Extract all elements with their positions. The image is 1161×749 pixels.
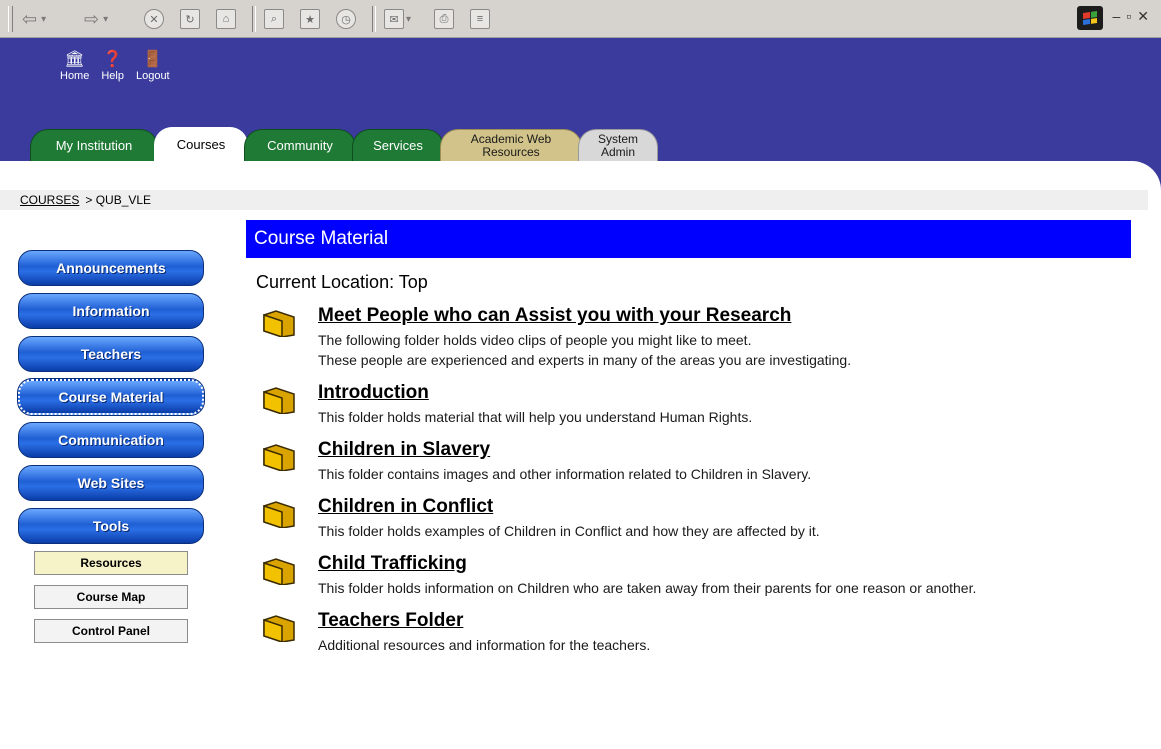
folder-description: This folder holds information on Childre… <box>318 580 977 596</box>
menu-announcements[interactable]: Announcements <box>18 250 204 286</box>
folder-list: Meet People who can Assist you with your… <box>246 305 1131 655</box>
edit-icon[interactable]: ≡ <box>470 6 490 32</box>
breadcrumb: COURSES > QUB_VLE <box>0 190 1148 210</box>
tab-my-institution[interactable]: My Institution <box>30 129 158 161</box>
resources-button[interactable]: Resources <box>34 551 188 575</box>
folder-icon[interactable] <box>262 614 296 642</box>
breadcrumb-separator: > <box>85 193 96 207</box>
toolbar-grip[interactable] <box>8 6 13 32</box>
tab-bar: My Institution Courses Community Service… <box>30 127 658 161</box>
folder-link[interactable]: Children in Slavery <box>318 439 490 461</box>
toolbar-separator <box>372 6 376 32</box>
list-item: Teachers Folder Additional resources and… <box>246 610 1131 655</box>
folder-icon[interactable] <box>262 443 296 471</box>
page-title: Course Material <box>246 220 1131 258</box>
home-label: Home <box>60 70 90 82</box>
tab-courses[interactable]: Courses <box>154 127 248 161</box>
tab-system-admin[interactable]: System Admin <box>578 129 658 161</box>
history-icon[interactable]: ◷ <box>336 6 356 32</box>
refresh-icon[interactable]: ↻ <box>180 6 200 32</box>
menu-teachers[interactable]: Teachers <box>18 336 204 372</box>
list-item: Meet People who can Assist you with your… <box>246 305 1131 370</box>
window-controls[interactable]: –▫✕ <box>1113 8 1155 25</box>
folder-link[interactable]: Teachers Folder <box>318 610 463 632</box>
breadcrumb-link-courses[interactable]: COURSES <box>20 193 79 207</box>
toolbar-separator <box>252 6 256 32</box>
folder-link[interactable]: Meet People who can Assist you with your… <box>318 305 791 327</box>
folder-link[interactable]: Child Trafficking <box>318 553 467 575</box>
control-panel-button[interactable]: Control Panel <box>34 619 188 643</box>
forward-icon[interactable]: ⇨ ▾ <box>84 6 108 32</box>
favorites-icon[interactable]: ★ <box>300 6 320 32</box>
print-icon[interactable]: ⎙ <box>434 6 454 32</box>
back-icon[interactable]: ⇦ ▾ <box>22 6 46 32</box>
tab-academic-web-resources[interactable]: Academic Web Resources <box>440 129 582 161</box>
home-icon[interactable]: ⌂ <box>216 6 236 32</box>
course-menu: Announcements Information Teachers Cours… <box>17 250 206 653</box>
tab-services[interactable]: Services <box>352 129 444 161</box>
folder-description: The following folder holds video clips o… <box>318 332 752 348</box>
folder-icon[interactable] <box>262 386 296 414</box>
folder-description: This folder holds examples of Children i… <box>318 523 820 539</box>
folder-link[interactable]: Introduction <box>318 382 429 404</box>
folder-description: This folder contains images and other in… <box>318 466 812 482</box>
home-link[interactable]: 🏛 Home <box>60 50 89 82</box>
folder-icon[interactable] <box>262 309 296 337</box>
folder-link[interactable]: Children in Conflict <box>318 496 493 518</box>
current-location: Current Location: Top <box>256 272 428 292</box>
help-label: Help <box>101 70 124 82</box>
list-item: Children in Slavery This folder contains… <box>246 439 1131 484</box>
folder-description: These people are experienced and experts… <box>318 352 852 368</box>
logout-link[interactable]: 🚪 Logout <box>136 50 170 82</box>
logout-icon: 🚪 <box>142 51 163 68</box>
portal-header: 🏛 Home ❓ Help 🚪 Logout My Institution Co… <box>0 38 1161 190</box>
menu-information[interactable]: Information <box>18 293 204 329</box>
folder-icon[interactable] <box>262 500 296 528</box>
menu-course-material[interactable]: Course Material <box>17 378 205 416</box>
search-icon[interactable]: ⌕ <box>264 6 284 32</box>
course-map-button[interactable]: Course Map <box>34 585 188 609</box>
folder-icon[interactable] <box>262 557 296 585</box>
logout-label: Logout <box>135 70 170 82</box>
help-icon: ❓ <box>102 51 123 68</box>
menu-communication[interactable]: Communication <box>18 422 204 458</box>
mail-icon[interactable]: ✉ ▾ <box>384 6 411 32</box>
top-icon-bar: 🏛 Home ❓ Help 🚪 Logout <box>60 50 170 82</box>
folder-description: Additional resources and information for… <box>318 637 651 653</box>
menu-web-sites[interactable]: Web Sites <box>18 465 204 501</box>
header-curve <box>0 161 1161 190</box>
windows-logo-icon <box>1077 6 1103 30</box>
folder-description: This folder holds material that will hel… <box>318 409 753 425</box>
menu-tools[interactable]: Tools <box>18 508 204 544</box>
list-item: Children in Conflict This folder holds e… <box>246 496 1131 541</box>
breadcrumb-current: QUB_VLE <box>95 193 152 207</box>
main-content: Course Material Current Location: Top Me… <box>246 220 1131 667</box>
tab-community[interactable]: Community <box>244 129 356 161</box>
stop-icon[interactable]: ✕ <box>144 6 164 32</box>
institution-icon: 🏛 <box>64 51 85 68</box>
browser-toolbar: ⇦ ▾ ⇨ ▾ ✕ ↻ ⌂ ⌕ ★ ◷ ✉ ▾ ⎙ ≡ –▫✕ <box>0 0 1161 38</box>
list-item: Child Trafficking This folder holds info… <box>246 553 1131 598</box>
list-item: Introduction This folder holds material … <box>246 382 1131 427</box>
help-link[interactable]: ❓ Help <box>101 50 124 82</box>
